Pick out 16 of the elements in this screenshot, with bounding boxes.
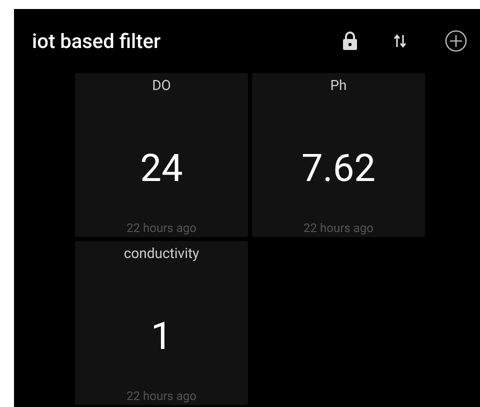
sort-icon[interactable] [393, 33, 407, 49]
tile-value: 24 [140, 147, 183, 191]
tile-value: 1 [150, 315, 172, 359]
sensor-tile[interactable]: conductivity 1 22 hours ago [75, 241, 248, 405]
tile-timestamp: 22 hours ago [126, 388, 196, 404]
sensor-tile[interactable]: DO 24 22 hours ago [75, 73, 248, 237]
tile-label: conductivity [124, 245, 200, 264]
app-title: iot based filter [32, 28, 161, 55]
tile-label: Ph [330, 77, 347, 96]
add-icon[interactable] [445, 30, 467, 52]
sensor-tile[interactable]: Ph 7.62 22 hours ago [252, 73, 425, 237]
lock-icon[interactable] [342, 31, 358, 51]
tile-value: 7.62 [301, 147, 376, 191]
tile-label: DO [152, 77, 171, 96]
tile-timestamp: 22 hours ago [126, 220, 196, 236]
tile-timestamp: 22 hours ago [304, 220, 374, 236]
